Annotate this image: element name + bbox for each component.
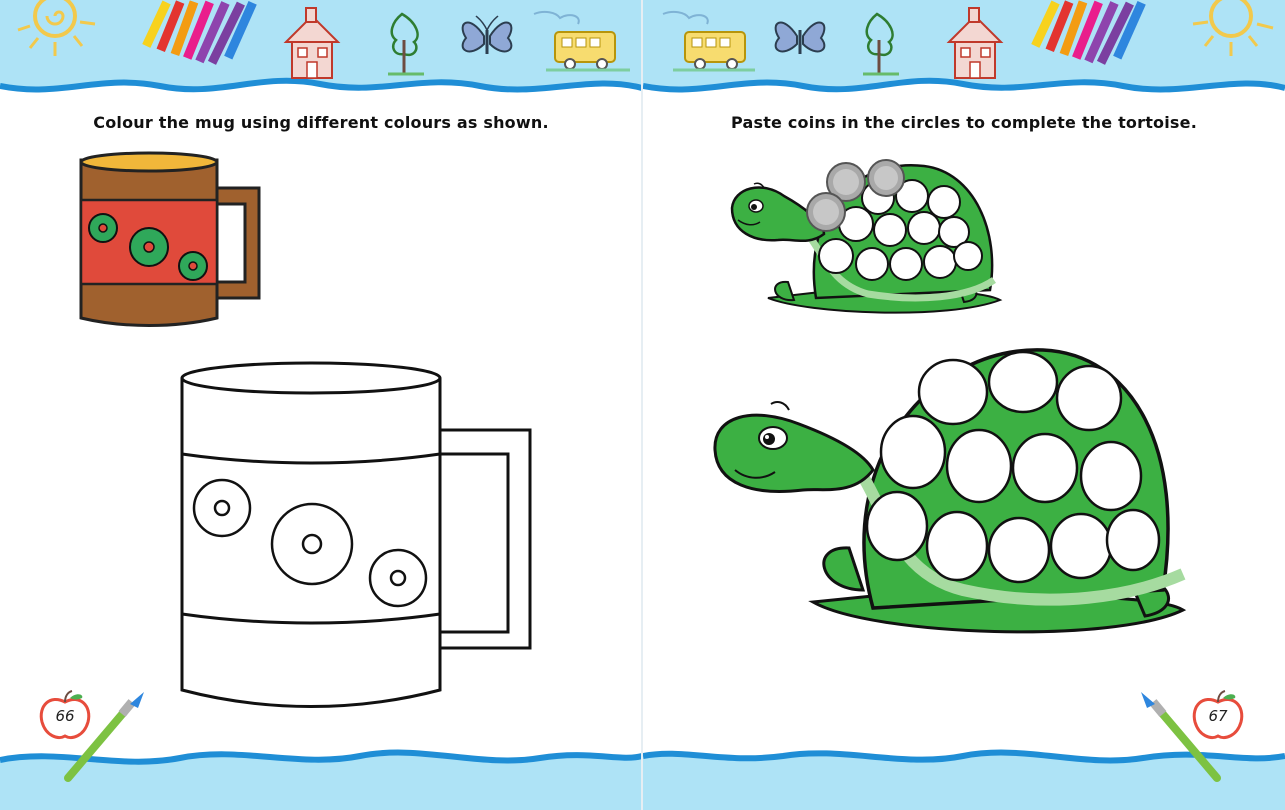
coin-icon xyxy=(806,192,846,232)
book-spread: Colour the mug using different colours a… xyxy=(0,0,1285,810)
flower-icon xyxy=(129,227,169,267)
left-page: Colour the mug using different colours a… xyxy=(0,0,642,810)
coin-icon xyxy=(867,159,905,197)
flower-outline-icon xyxy=(368,548,428,608)
paintbrush-icon xyxy=(64,692,144,782)
right-instruction: Paste coins in the circles to complete t… xyxy=(730,113,1197,132)
left-instruction: Colour the mug using different colours a… xyxy=(93,113,549,132)
coloured-mug-example xyxy=(79,151,261,327)
page-number: 67 xyxy=(1208,707,1228,725)
outline-mug-to-colour[interactable] xyxy=(176,358,538,718)
top-border-decoration xyxy=(643,0,1285,93)
right-page: Paste coins in the circles to complete t… xyxy=(643,0,1285,810)
tortoise-to-complete[interactable] xyxy=(713,340,1233,652)
flower-outline-icon xyxy=(192,478,252,538)
page-number-badge: 67 xyxy=(1189,690,1247,742)
tortoise-example xyxy=(730,159,1003,314)
top-border-decoration xyxy=(0,0,642,93)
flower-outline-icon xyxy=(270,502,354,586)
flower-icon xyxy=(88,213,118,243)
flower-icon xyxy=(178,251,208,281)
